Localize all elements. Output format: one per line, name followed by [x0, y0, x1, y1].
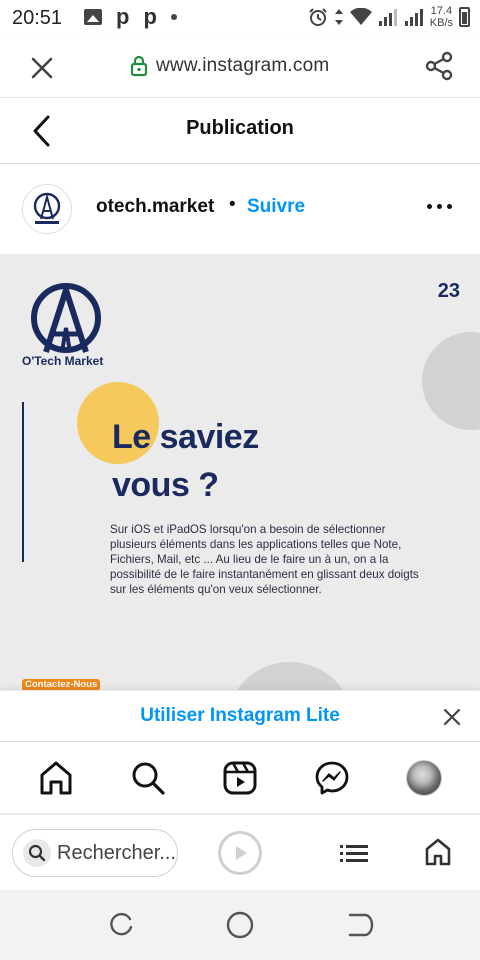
headline-line1: Le saviez	[112, 418, 259, 456]
home-circle-icon	[226, 911, 254, 939]
brand-name: O'Tech Market	[22, 354, 104, 368]
instagram-header: Publication	[0, 98, 480, 164]
close-tab-button[interactable]	[28, 54, 56, 82]
more-dot-icon	[437, 204, 442, 209]
decor-circle	[422, 332, 480, 430]
lock-icon	[130, 55, 148, 77]
nav-reels[interactable]	[222, 760, 258, 796]
more-dot-icon	[447, 204, 452, 209]
close-icon	[31, 57, 53, 79]
reels-icon	[223, 761, 257, 795]
wifi-icon	[349, 8, 372, 25]
close-icon	[443, 708, 461, 726]
notification-icons: p p	[84, 4, 177, 29]
dot-icon	[170, 14, 177, 20]
back-nav-button[interactable]	[345, 910, 375, 940]
home-icon	[425, 838, 451, 866]
share-icon	[425, 51, 453, 81]
tabs-menu-button[interactable]	[338, 839, 370, 867]
android-navigation-bar	[0, 890, 480, 960]
back-nav-icon	[348, 913, 374, 937]
signal-icon	[378, 9, 397, 26]
post-number: 23	[437, 280, 460, 302]
follow-button[interactable]: Suivre	[247, 196, 305, 218]
image-icon	[84, 9, 102, 25]
alarm-icon	[309, 8, 327, 26]
decor-circle	[226, 662, 354, 690]
home-nav-button[interactable]	[225, 910, 255, 940]
instagram-bottom-nav	[0, 742, 480, 814]
browser-search-input[interactable]: Rechercher...	[12, 829, 178, 877]
more-options-button[interactable]	[427, 204, 452, 209]
browser-url-bar: www.instagram.com	[0, 36, 480, 98]
address-field[interactable]: www.instagram.com	[130, 55, 329, 77]
home-icon	[40, 761, 72, 795]
nav-home[interactable]	[38, 760, 74, 796]
system-icons: 17.4 KB/s	[308, 5, 470, 29]
otech-market-logo	[31, 283, 101, 353]
search-icon	[23, 839, 51, 867]
separator-dot: •	[229, 194, 236, 215]
status-bar: 20:51 p p 17.4 KB/s	[0, 0, 480, 36]
speed-unit: KB/s	[429, 17, 453, 29]
browser-home-button[interactable]	[424, 837, 452, 867]
browser-toolbar: Rechercher...	[0, 814, 480, 890]
instagram-lite-banner: Utiliser Instagram Lite	[0, 690, 480, 742]
nav-messenger[interactable]	[314, 760, 350, 796]
p-icon: p	[116, 4, 130, 29]
nav-profile[interactable]	[406, 760, 442, 796]
post-image[interactable]: O'Tech Market 23 Le saviez vous ? Sur iO…	[0, 254, 480, 690]
recent-apps-button[interactable]	[106, 910, 136, 940]
url-text: www.instagram.com	[156, 55, 330, 76]
speed-value: 17.4	[430, 5, 453, 17]
use-instagram-lite-link[interactable]: Utiliser Instagram Lite	[0, 705, 480, 727]
banner-close-button[interactable]	[442, 707, 462, 727]
play-icon	[236, 846, 247, 860]
more-dot-icon	[427, 204, 432, 209]
nav-search[interactable]	[130, 760, 166, 796]
search-placeholder: Rechercher...	[57, 841, 176, 864]
share-button[interactable]	[424, 51, 454, 86]
status-time: 20:51	[12, 7, 63, 29]
post-body-text: Sur iOS et iPadOS lorsqu'on a besoin de …	[110, 523, 419, 596]
post-author-row: otech.market • Suivre	[0, 164, 480, 254]
search-icon	[132, 762, 165, 795]
network-speed: 17.4 KB/s	[430, 5, 453, 29]
page-title: Publication	[186, 117, 294, 139]
p-icon: p	[143, 4, 157, 29]
author-username[interactable]: otech.market	[96, 196, 214, 218]
media-play-button[interactable]	[218, 831, 262, 875]
headline-line2: vous ?	[112, 466, 219, 504]
author-avatar[interactable]	[22, 184, 72, 234]
otech-logo-icon	[33, 192, 61, 224]
signal-icon	[404, 9, 423, 26]
decor-line	[22, 402, 24, 562]
messenger-icon	[315, 761, 349, 795]
profile-avatar	[406, 760, 442, 796]
contact-badge: Contactez-Nous	[22, 679, 101, 690]
battery-icon	[459, 7, 470, 27]
recent-apps-icon	[110, 912, 133, 936]
data-arrows-icon	[334, 9, 343, 25]
list-icon	[340, 845, 368, 862]
